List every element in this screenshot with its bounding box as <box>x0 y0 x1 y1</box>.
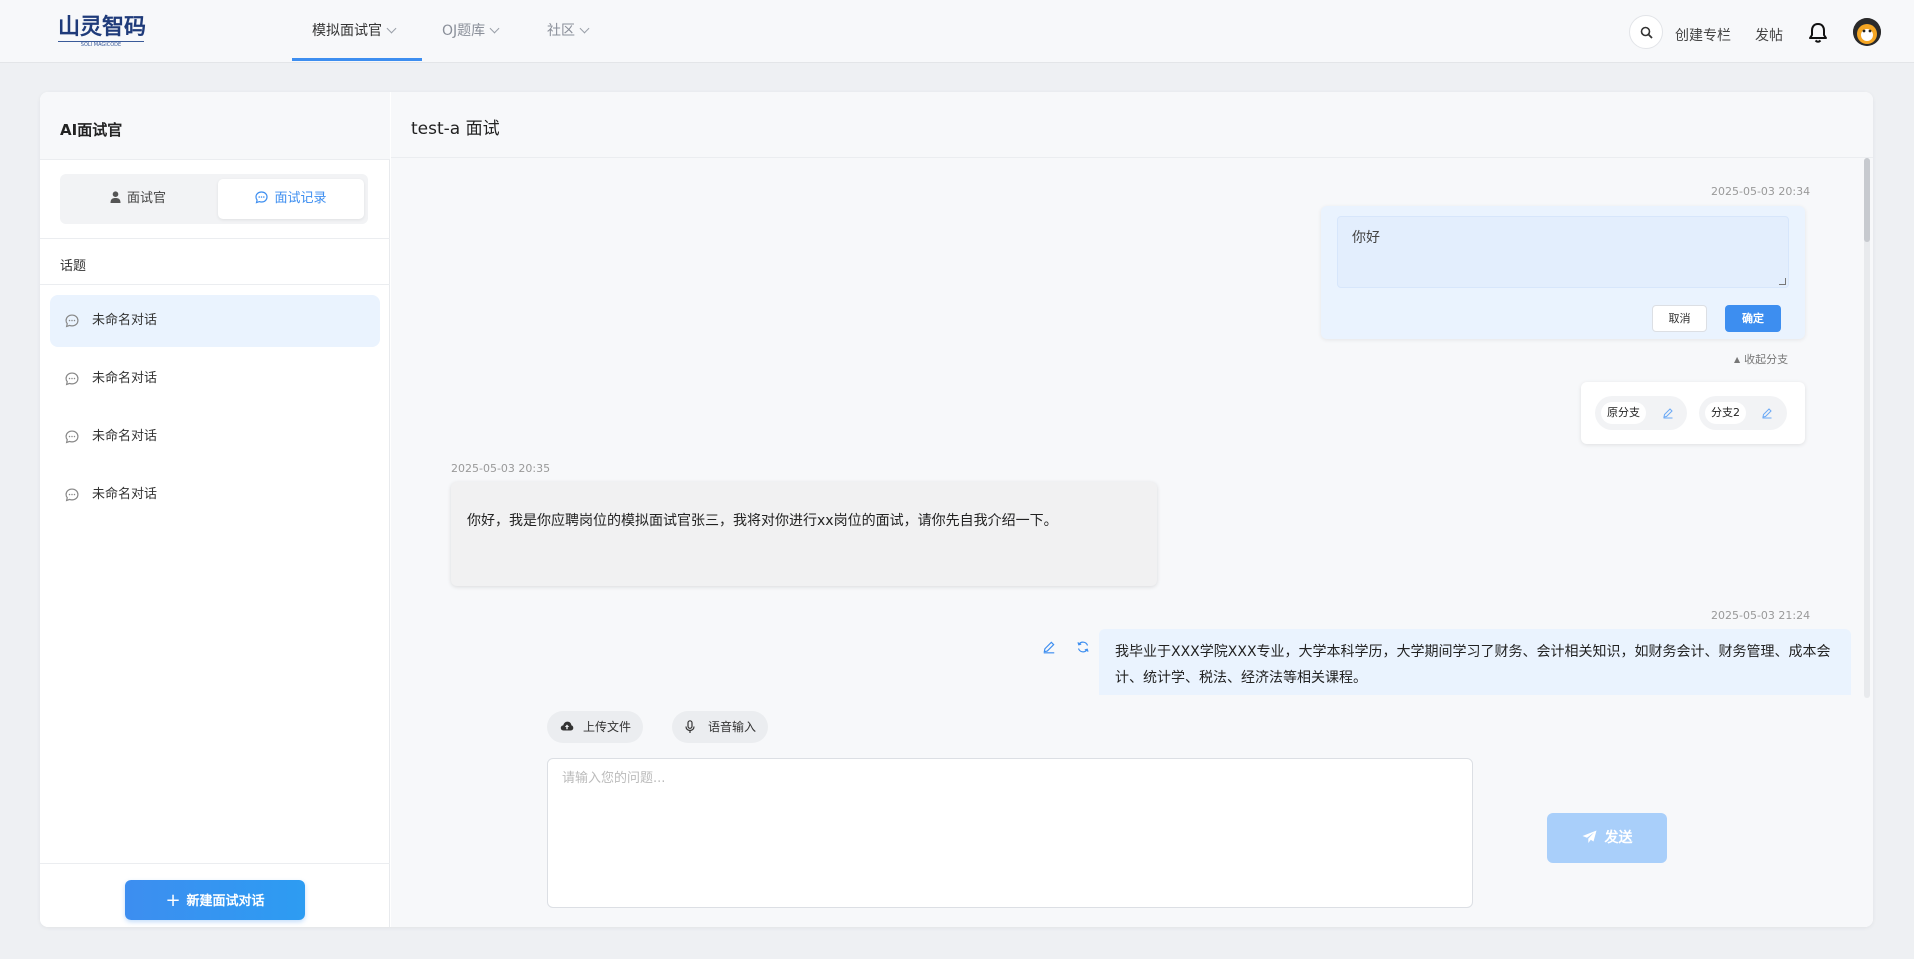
nav-item-oj[interactable]: OJ题库 <box>442 0 500 62</box>
nav-item-label: 模拟面试官 <box>312 23 382 39</box>
chevron-down-icon <box>386 23 397 34</box>
post-link[interactable]: 发帖 <box>1755 25 1783 45</box>
nav-item-mock-interviewer[interactable]: 模拟面试官 <box>312 0 397 62</box>
conversation-item[interactable]: 未命名对话 <box>50 411 380 463</box>
upload-file-button[interactable]: 上传文件 <box>547 711 644 743</box>
user-icon <box>110 191 121 203</box>
branch-selector: 原分支 分支2 <box>1581 382 1805 444</box>
tab-label: 面试官 <box>126 191 166 206</box>
tab-interview-records[interactable]: 面试记录 <box>218 179 364 219</box>
voice-input-label: 语音输入 <box>708 720 757 734</box>
conversation-label: 未命名对话 <box>92 429 158 444</box>
conversation-label: 未命名对话 <box>92 313 158 328</box>
message-timestamp: 2025-05-03 21:24 <box>1711 609 1811 622</box>
branch-label: 分支2 <box>1705 402 1746 424</box>
ai-message-text: 你好，我是你应聘岗位的模拟面试官张三，我将对你进行xx岗位的面试，请你先自我介绍… <box>467 513 1058 529</box>
divider <box>40 238 390 239</box>
divider <box>40 863 390 864</box>
scrollbar-thumb[interactable] <box>1864 158 1870 242</box>
confirm-button[interactable]: 确定 <box>1725 305 1781 332</box>
search-icon <box>1640 26 1653 39</box>
edit-message-value: 你好 <box>1352 230 1380 246</box>
chat-icon <box>65 372 79 386</box>
chat-icon <box>65 488 79 502</box>
sidebar: AI面试官 面试官 面试记录 话题 未命名对话 未命名对话 未命名对话 未命名对… <box>40 92 390 927</box>
bell-icon[interactable] <box>1808 22 1828 44</box>
chat-icon <box>255 191 269 204</box>
edit-icon[interactable] <box>1042 640 1056 654</box>
message-timestamp: 2025-05-03 20:35 <box>451 462 551 475</box>
nav-item-label: OJ题库 <box>442 23 486 39</box>
edit-message-textarea[interactable]: 你好 <box>1337 216 1789 288</box>
plus-icon: + <box>165 890 181 911</box>
chevron-down-icon <box>579 23 590 34</box>
branch-2[interactable]: 分支2 <box>1699 396 1787 430</box>
nav-item-label: 社区 <box>547 23 575 39</box>
user-message-text: 我毕业于XXX学院XXX专业，大学本科学历，大学期间学习了财务、会计相关知识，如… <box>1115 644 1831 686</box>
search-button[interactable] <box>1629 15 1663 49</box>
conversation-label: 未命名对话 <box>92 487 158 502</box>
send-icon <box>1582 830 1596 843</box>
user-message: 我毕业于XXX学院XXX专业，大学本科学历，大学期间学习了财务、会计相关知识，如… <box>1099 629 1851 695</box>
send-label: 发送 <box>1604 830 1633 846</box>
tab-interviewer[interactable]: 面试官 <box>65 179 211 219</box>
edit-icon[interactable] <box>1662 407 1674 419</box>
edit-icon[interactable] <box>1761 407 1773 419</box>
tab-label: 面试记录 <box>274 191 327 206</box>
nav-item-community[interactable]: 社区 <box>547 0 590 62</box>
send-button[interactable]: 发送 <box>1547 813 1667 863</box>
conversation-label: 未命名对话 <box>92 371 158 386</box>
question-input[interactable]: 请输入您的问题... <box>547 758 1473 908</box>
avatar-image <box>1853 18 1881 46</box>
conversation-item[interactable]: 未命名对话 <box>50 469 380 521</box>
sidebar-title: AI面试官 <box>40 92 390 160</box>
conversation-item[interactable]: 未命名对话 <box>50 295 380 347</box>
new-interview-button[interactable]: + 新建面试对话 <box>125 880 305 920</box>
chat-scrollbar[interactable] <box>1864 158 1870 698</box>
brand-subtitle: SOLI MAGICODE <box>58 41 144 49</box>
chat-icon <box>65 430 79 444</box>
microphone-icon <box>685 720 695 733</box>
message-timestamp: 2025-05-03 20:34 <box>1711 185 1811 198</box>
edit-message-box: 你好 取消 确定 <box>1321 206 1805 339</box>
new-interview-label: 新建面试对话 <box>186 894 265 909</box>
message-list[interactable]: 2025-05-03 20:34 你好 取消 确定 ▲ 收起分支 原分支 分支2 … <box>391 92 1873 695</box>
cloud-upload-icon <box>560 721 574 731</box>
upload-file-label: 上传文件 <box>583 720 632 734</box>
regenerate-icon[interactable] <box>1076 640 1090 654</box>
top-navbar: 山灵智码 SOLI MAGICODE 模拟面试官 OJ题库 社区 创建专栏 发帖 <box>0 0 1914 63</box>
nav-active-indicator <box>292 58 422 61</box>
branch-original[interactable]: 原分支 <box>1595 396 1687 430</box>
divider <box>40 284 390 285</box>
chevron-down-icon <box>489 23 500 34</box>
question-input-placeholder: 请输入您的问题... <box>562 771 666 786</box>
conversation-item[interactable]: 未命名对话 <box>50 353 380 405</box>
resize-handle-icon[interactable] <box>1779 278 1786 285</box>
topics-label: 话题 <box>60 259 87 274</box>
chat-icon <box>65 314 79 328</box>
sidebar-tab-switch: 面试官 面试记录 <box>60 174 368 224</box>
branch-label: 原分支 <box>1601 402 1646 424</box>
voice-input-button[interactable]: 语音输入 <box>672 711 769 743</box>
collapse-branches-toggle[interactable]: ▲ 收起分支 <box>1734 351 1788 367</box>
create-column-link[interactable]: 创建专栏 <box>1675 25 1731 45</box>
caret-up-icon: ▲ <box>1734 355 1741 364</box>
brand-name: 山灵智码 <box>58 15 147 40</box>
brand-logo[interactable]: 山灵智码 SOLI MAGICODE <box>58 15 147 49</box>
cancel-button[interactable]: 取消 <box>1652 305 1707 332</box>
chat-panel: test-a 面试 2025-05-03 20:34 你好 取消 确定 ▲ 收起分… <box>391 92 1873 927</box>
ai-message: 你好，我是你应聘岗位的模拟面试官张三，我将对你进行xx岗位的面试，请你先自我介绍… <box>451 482 1157 586</box>
main-card: AI面试官 面试官 面试记录 话题 未命名对话 未命名对话 未命名对话 未命名对… <box>40 92 1873 927</box>
collapse-branches-label: 收起分支 <box>1744 353 1789 366</box>
avatar[interactable] <box>1853 18 1881 46</box>
